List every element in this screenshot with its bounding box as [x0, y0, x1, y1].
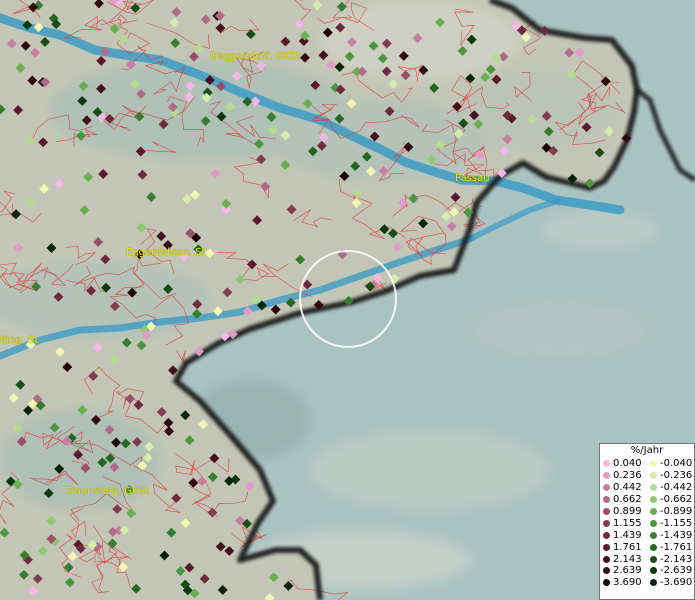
legend-swatch [650, 543, 657, 551]
legend-value: 1.155 [613, 517, 642, 529]
legend-row: 1.761 -1.761 [600, 541, 694, 553]
legend-swatch [650, 519, 657, 527]
legend-entry-negative: -0.899 [647, 506, 694, 517]
legend-value: 3.690 [613, 577, 642, 589]
legend-entry-positive: 2.639 [600, 565, 647, 576]
legend-entry-negative: -1.155 [647, 518, 694, 529]
legend-swatch [650, 508, 657, 515]
legend-value: -1.439 [660, 529, 693, 541]
legend-swatch [650, 531, 657, 539]
legend-row: 0.040 -0.040 [600, 458, 694, 470]
legend-value: 0.236 [613, 470, 642, 482]
legend-rows: 0.040 -0.040 0.236 -0.236 0.442 -0.442 0.662 -0… [600, 458, 694, 589]
legend-entry-positive: 2.143 [600, 554, 647, 565]
legend-swatch [650, 496, 657, 504]
legend-value: -2.143 [660, 553, 693, 565]
legend-swatch [650, 579, 657, 587]
legend: %/Jahr 0.040 -0.040 0.236 -0.236 0.442 -0.442… [599, 443, 695, 600]
legend-swatch [603, 579, 610, 587]
legend-value: 1.439 [613, 529, 642, 541]
legend-entry-positive: 1.439 [600, 530, 647, 541]
legend-row: 2.639 -2.639 [600, 565, 694, 577]
legend-entry-negative: -3.690 [647, 577, 694, 588]
legend-entry-positive: 0.236 [600, 470, 647, 481]
legend-row: 1.439 -1.439 [600, 529, 694, 541]
legend-value: 2.639 [613, 565, 642, 577]
legend-swatch [603, 555, 610, 563]
legend-row: 0.662 -0.662 [600, 494, 694, 506]
legend-value: 0.040 [613, 458, 642, 470]
legend-swatch [603, 460, 610, 468]
legend-value: 1.761 [613, 541, 642, 553]
legend-value: -0.236 [660, 470, 693, 482]
legend-swatch [650, 484, 657, 492]
legend-value: 0.662 [613, 494, 642, 506]
legend-row: 3.690 -3.690 [600, 577, 694, 589]
legend-row: 1.155 -1.155 [600, 517, 694, 529]
legend-value: -0.442 [660, 482, 693, 494]
legend-entry-negative: -1.439 [647, 530, 694, 541]
legend-swatch [603, 508, 610, 515]
legend-entry-negative: -0.662 [647, 494, 694, 505]
legend-value: -3.690 [660, 577, 693, 589]
legend-row: 0.442 -0.442 [600, 482, 694, 494]
legend-entry-positive: 1.761 [600, 542, 647, 553]
legend-title: %/Jahr [630, 445, 664, 456]
legend-swatch [650, 472, 657, 480]
legend-entry-negative: -2.639 [647, 565, 694, 576]
legend-row: 0.899 -0.899 [600, 506, 694, 518]
legend-swatch [650, 555, 657, 563]
legend-value: 0.899 [613, 506, 642, 517]
legend-value: -0.662 [660, 494, 693, 506]
legend-swatch [603, 484, 610, 492]
legend-entry-positive: 3.690 [600, 577, 647, 588]
legend-value: -1.155 [660, 517, 693, 529]
legend-value: 0.442 [613, 482, 642, 494]
magnifier-circle[interactable] [299, 250, 397, 348]
legend-entry-negative: -2.143 [647, 554, 694, 565]
legend-value: 2.143 [613, 553, 642, 565]
legend-entry-positive: 0.442 [600, 482, 647, 493]
legend-swatch [603, 567, 610, 575]
legend-swatch [603, 519, 610, 527]
legend-swatch [603, 531, 610, 539]
legend-value: -2.639 [660, 565, 693, 577]
legend-entry-negative: -0.442 [647, 482, 694, 493]
legend-swatch [603, 496, 610, 504]
legend-row: 2.143 -2.143 [600, 553, 694, 565]
legend-value: -1.761 [660, 541, 693, 553]
legend-swatch [650, 460, 657, 468]
legend-entry-positive: 1.155 [600, 518, 647, 529]
legend-swatch [603, 543, 610, 551]
legend-value: -0.040 [660, 458, 693, 470]
legend-swatch [603, 472, 610, 480]
legend-entry-positive: 0.040 [600, 458, 647, 469]
legend-swatch [650, 567, 657, 575]
legend-row: 0.236 -0.236 [600, 470, 694, 482]
legend-entry-positive: 0.662 [600, 494, 647, 505]
map-view[interactable]: Deggendorf, GKSt Passau Eggenfelden, St … [0, 0, 695, 600]
legend-entry-negative: -0.040 [647, 458, 694, 469]
legend-entry-negative: -0.236 [647, 470, 694, 481]
legend-entry-negative: -1.761 [647, 542, 694, 553]
legend-entry-positive: 0.899 [600, 506, 647, 517]
legend-value: -0.899 [660, 506, 693, 517]
